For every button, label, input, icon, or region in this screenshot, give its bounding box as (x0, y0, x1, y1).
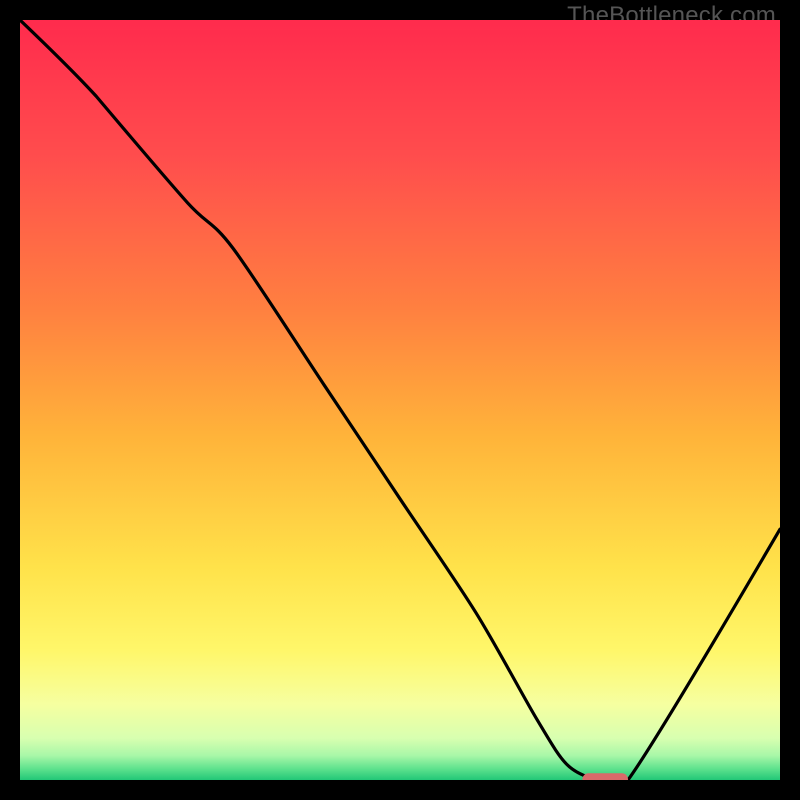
chart-frame (20, 20, 780, 780)
gradient-background (20, 20, 780, 780)
optimal-marker (582, 773, 628, 780)
bottleneck-chart (20, 20, 780, 780)
